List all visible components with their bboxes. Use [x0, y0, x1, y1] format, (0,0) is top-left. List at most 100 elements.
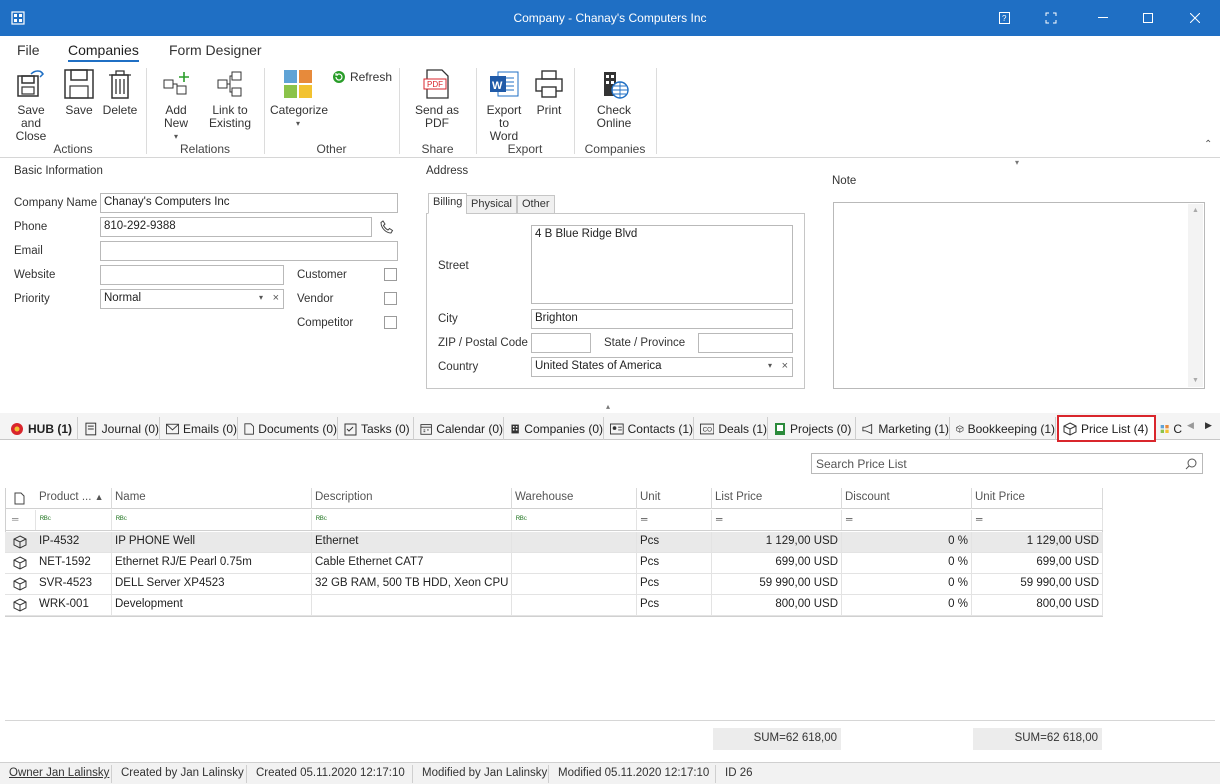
tab-scroll-left-icon[interactable]: ◀: [1187, 420, 1194, 431]
help-icon[interactable]: ?: [981, 0, 1027, 36]
cell-list-price[interactable]: 1 129,00 USD: [712, 532, 842, 553]
filter-name-icon[interactable]: ᴿᴮᶜ: [112, 510, 312, 530]
column-header-list-price[interactable]: List Price: [712, 488, 842, 509]
chevron-down-icon[interactable]: ▾: [259, 293, 263, 302]
tab-scroll-right-icon[interactable]: ▶: [1205, 420, 1212, 431]
company-name-field[interactable]: Chanay's Computers Inc: [100, 193, 398, 213]
tab-price-list[interactable]: Price List (4): [1057, 415, 1156, 442]
cell-unit[interactable]: Pcs: [637, 553, 712, 574]
customer-checkbox[interactable]: [384, 268, 397, 281]
close-icon[interactable]: [1172, 0, 1218, 36]
website-field[interactable]: [100, 265, 284, 285]
scroll-down-icon[interactable]: ▼: [1188, 377, 1203, 384]
cell-unit-price[interactable]: 800,00 USD: [972, 595, 1103, 616]
zip-field[interactable]: [531, 333, 591, 353]
tab-companies[interactable]: Companies: [68, 42, 139, 62]
column-header-warehouse[interactable]: Warehouse: [512, 488, 637, 509]
scroll-up-icon[interactable]: ▲: [1188, 207, 1203, 214]
send-as-pdf-button[interactable]: PDF Send as PDF: [404, 68, 470, 130]
filter-description-icon[interactable]: ᴿᴮᶜ: [312, 510, 512, 530]
tab-physical[interactable]: Physical: [466, 195, 517, 214]
export-to-word-button[interactable]: W Export to Word: [482, 68, 526, 143]
save-and-close-button[interactable]: Save and Close: [6, 68, 56, 143]
cell-unit-price[interactable]: 1 129,00 USD: [972, 532, 1103, 553]
cell-list-price[interactable]: 699,00 USD: [712, 553, 842, 574]
tab-companies-related[interactable]: Companies (0): [506, 417, 604, 440]
cell-warehouse[interactable]: [512, 532, 637, 553]
fullscreen-icon[interactable]: [1028, 0, 1074, 36]
price-list-search-input[interactable]: Search Price List: [811, 453, 1203, 474]
clear-icon[interactable]: ×: [273, 292, 279, 304]
owner-link[interactable]: Owner Jan Lalinsky: [9, 767, 109, 779]
cell-product[interactable]: IP-4532: [36, 532, 112, 553]
cell-description[interactable]: Cable Ethernet CAT7: [312, 553, 512, 574]
save-button[interactable]: Save: [62, 68, 96, 117]
cell-product[interactable]: SVR-4523: [36, 574, 112, 595]
cell-unit[interactable]: Pcs: [637, 574, 712, 595]
column-header-product[interactable]: Product ... ▲: [36, 488, 112, 509]
cell-description[interactable]: 32 GB RAM, 500 TB HDD, Xeon CPU: [312, 574, 512, 595]
print-button[interactable]: Print: [532, 68, 566, 117]
tab-journal[interactable]: Journal (0): [80, 417, 160, 440]
cell-discount[interactable]: 0 %: [842, 532, 972, 553]
phone-icon[interactable]: [380, 220, 394, 234]
tab-contacts[interactable]: Contacts (1): [606, 417, 694, 440]
column-header-unit[interactable]: Unit: [637, 488, 712, 509]
tab-tasks[interactable]: Tasks (0): [340, 417, 414, 440]
note-field[interactable]: ▲ ▼: [833, 202, 1205, 389]
filter-unit-price-icon[interactable]: ═: [972, 510, 1103, 530]
street-field[interactable]: 4 B Blue Ridge Blvd: [531, 225, 793, 304]
refresh-button[interactable]: Refresh: [332, 70, 392, 84]
vendor-checkbox[interactable]: [384, 292, 397, 305]
city-field[interactable]: Brighton: [531, 309, 793, 329]
cell-product[interactable]: WRK-001: [36, 595, 112, 616]
cell-discount[interactable]: 0 %: [842, 574, 972, 595]
collapse-arrow-icon[interactable]: ▾: [1015, 158, 1019, 167]
filter-unit-icon[interactable]: ═: [637, 510, 712, 530]
tab-calendar[interactable]: Calendar (0): [416, 417, 504, 440]
cell-name[interactable]: Ethernet RJ/E Pearl 0.75m: [112, 553, 312, 574]
cell-discount[interactable]: 0 %: [842, 553, 972, 574]
cell-description[interactable]: Ethernet: [312, 532, 512, 553]
cell-name[interactable]: IP PHONE Well: [112, 532, 312, 553]
tab-bookkeeping[interactable]: Bookkeeping (1): [952, 417, 1056, 440]
tab-billing[interactable]: Billing: [428, 193, 468, 214]
cell-name[interactable]: Development: [112, 595, 312, 616]
delete-button[interactable]: Delete: [102, 68, 138, 117]
filter-warehouse-icon[interactable]: ᴿᴮᶜ: [512, 510, 637, 530]
competitor-checkbox[interactable]: [384, 316, 397, 329]
tab-other[interactable]: Other: [517, 195, 555, 214]
note-scrollbar[interactable]: ▲ ▼: [1188, 204, 1203, 387]
chevron-down-icon[interactable]: ▾: [768, 361, 772, 370]
country-select[interactable]: United States of America ▾ ×: [531, 357, 793, 377]
tab-form-designer[interactable]: Form Designer: [169, 42, 262, 58]
check-online-button[interactable]: Check Online: [594, 68, 634, 130]
filter-discount-icon[interactable]: ═: [842, 510, 972, 530]
cell-discount[interactable]: 0 %: [842, 595, 972, 616]
cell-unit[interactable]: Pcs: [637, 532, 712, 553]
cell-list-price[interactable]: 59 990,00 USD: [712, 574, 842, 595]
cell-description[interactable]: [312, 595, 512, 616]
link-to-existing-button[interactable]: Link to Existing: [204, 68, 256, 130]
cell-list-price[interactable]: 800,00 USD: [712, 595, 842, 616]
tab-deals[interactable]: CO Deals (1): [696, 417, 768, 440]
tab-documents[interactable]: Documents (0): [240, 417, 338, 440]
column-header-name[interactable]: Name: [112, 488, 312, 509]
filter-product-icon[interactable]: ᴿᴮᶜ: [36, 510, 112, 530]
cell-unit[interactable]: Pcs: [637, 595, 712, 616]
cell-name[interactable]: DELL Server XP4523: [112, 574, 312, 595]
add-new-button[interactable]: Add New ▾: [152, 68, 200, 143]
state-field[interactable]: [698, 333, 793, 353]
clear-icon[interactable]: ×: [782, 360, 788, 372]
collapse-ribbon-icon[interactable]: ⌃: [1204, 139, 1212, 150]
tab-marketing[interactable]: Marketing (1): [858, 417, 950, 440]
minimize-icon[interactable]: [1080, 0, 1126, 36]
search-icon[interactable]: [1185, 458, 1197, 470]
tab-hub[interactable]: HUB (1): [6, 417, 78, 440]
phone-field[interactable]: 810-292-9388: [100, 217, 372, 237]
tab-projects[interactable]: Projects (0): [770, 417, 856, 440]
column-header-description[interactable]: Description: [312, 488, 512, 509]
priority-select[interactable]: Normal ▾ ×: [100, 289, 284, 309]
tab-emails[interactable]: Emails (0): [162, 417, 238, 440]
column-header-discount[interactable]: Discount: [842, 488, 972, 509]
